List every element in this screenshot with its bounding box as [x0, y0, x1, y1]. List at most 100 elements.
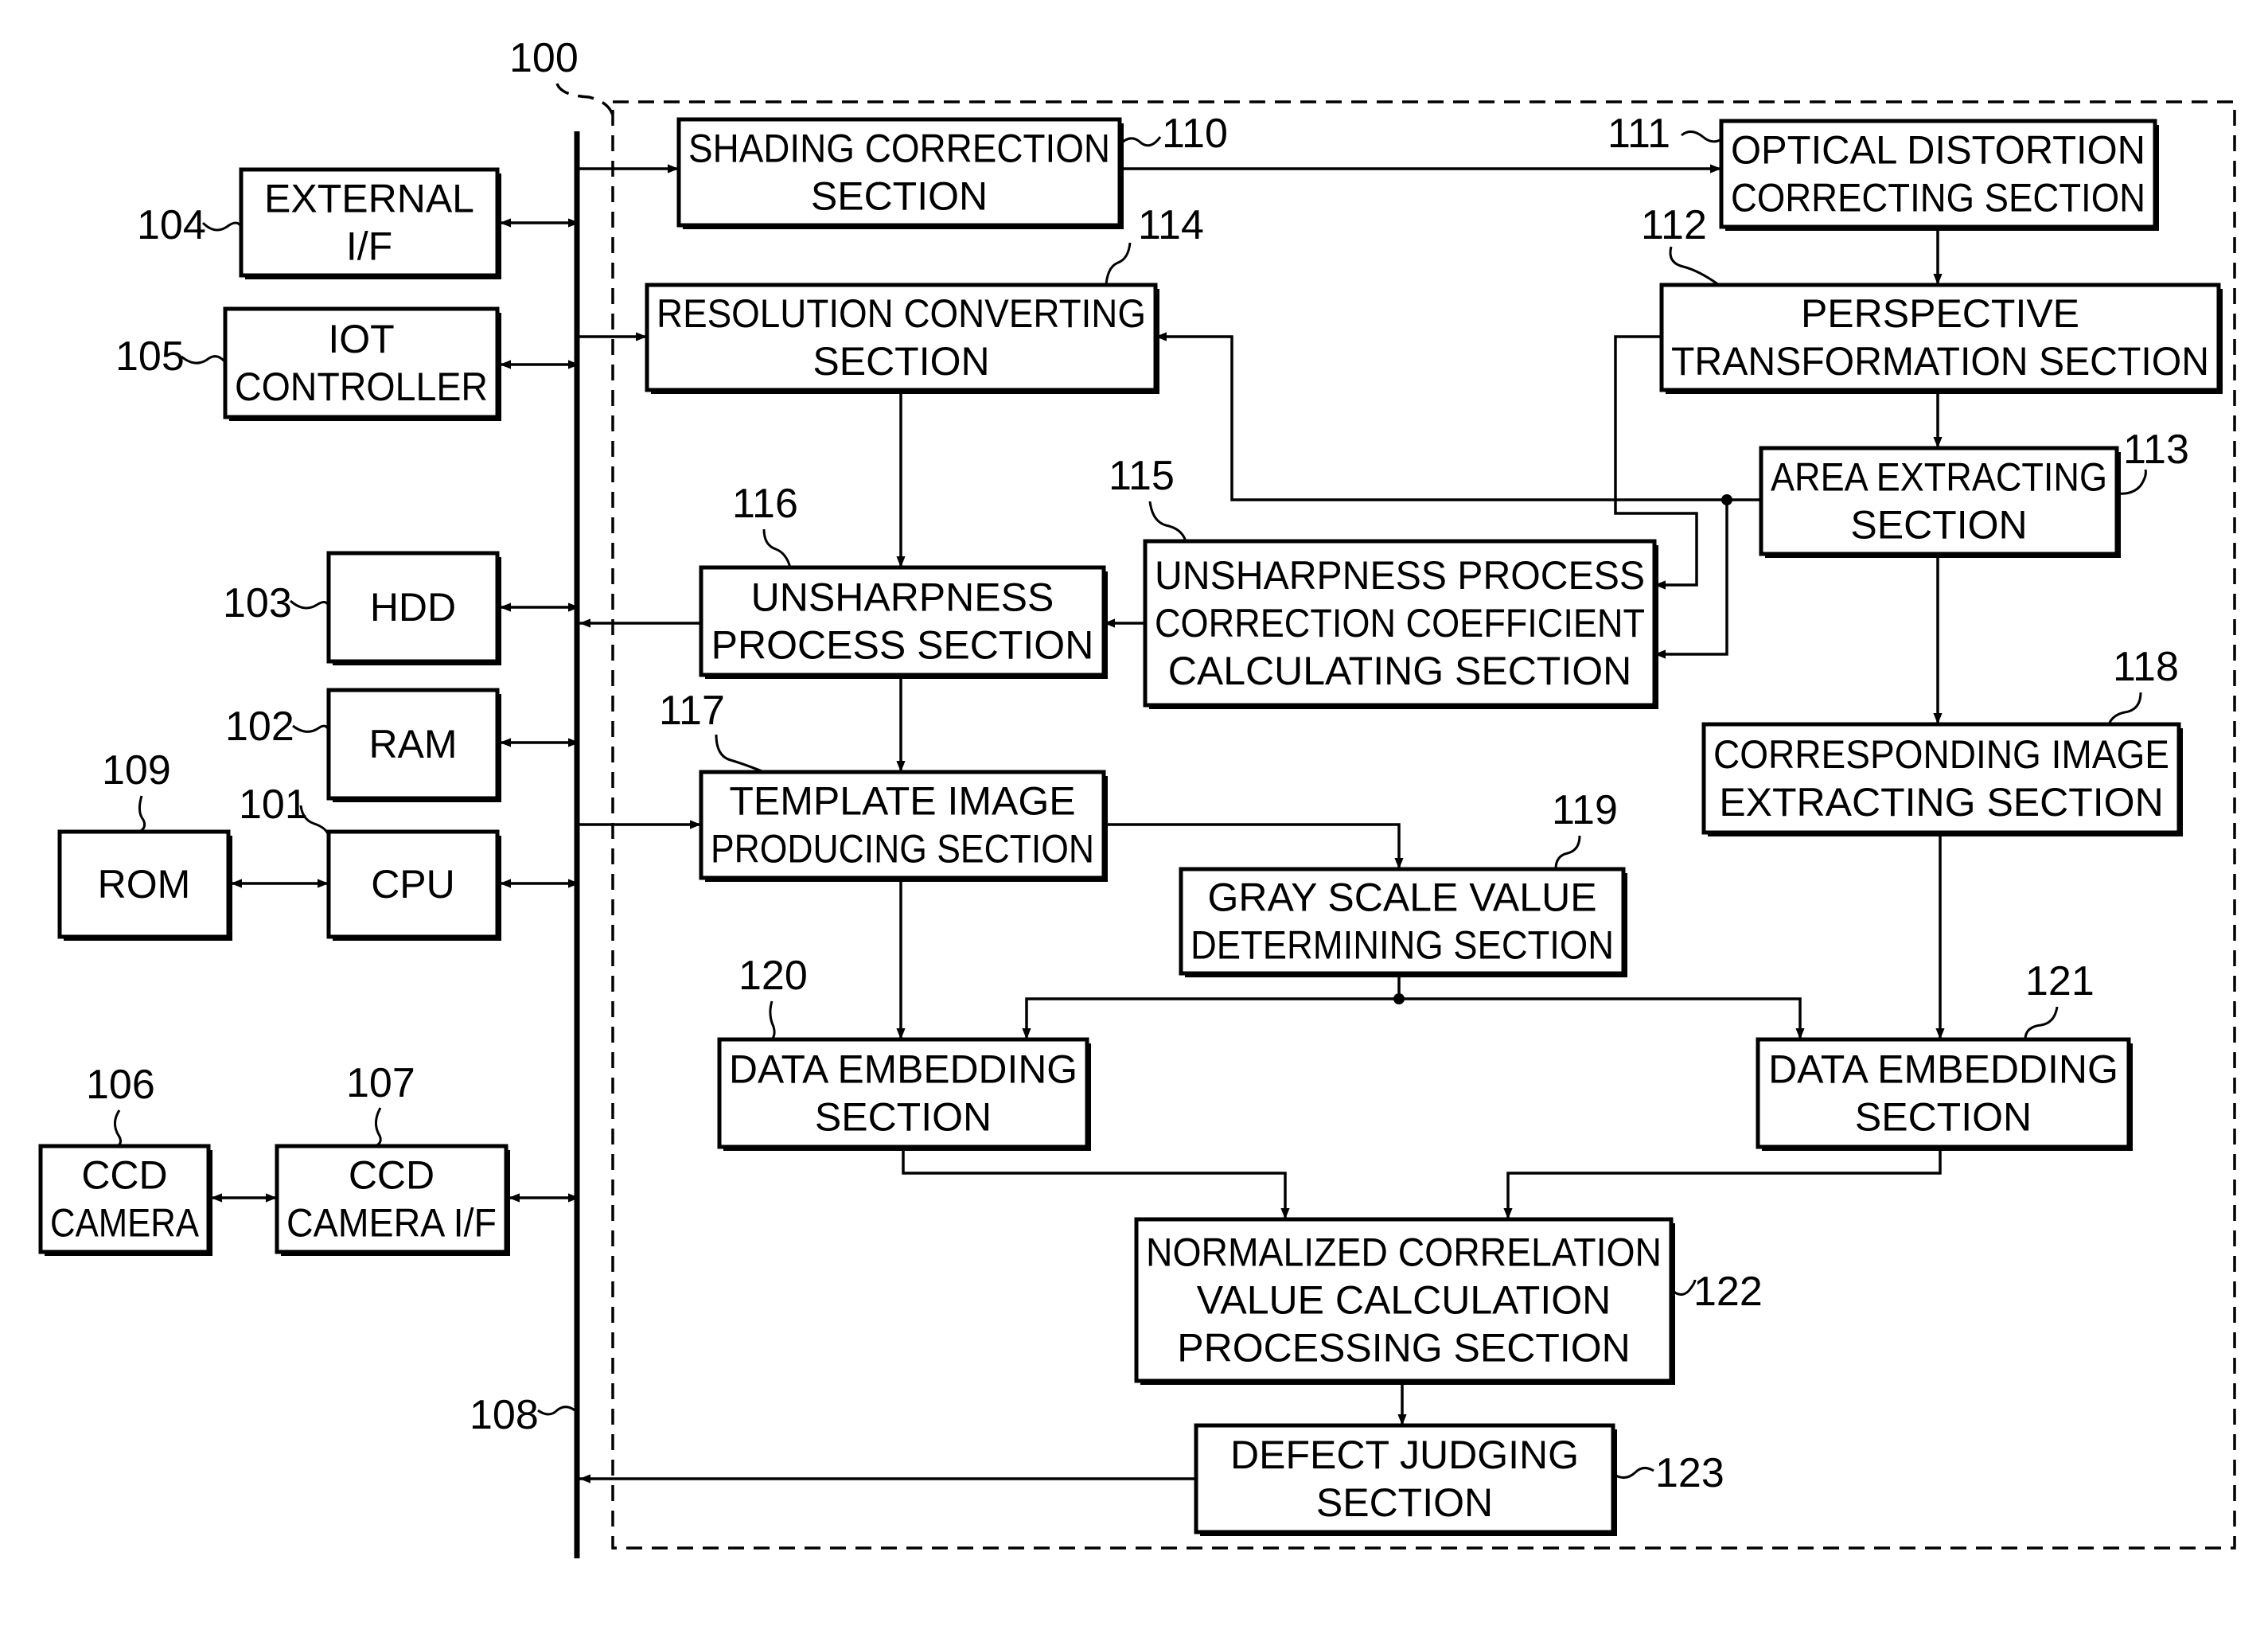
bus-ref-label: 108	[470, 1392, 539, 1438]
block-coef: UNSHARPNESS PROCESSCORRECTION COEFFICIEN…	[1143, 539, 1658, 709]
block-label-line: EXTERNAL	[264, 177, 474, 221]
block-label-line: SECTION	[1316, 1480, 1493, 1525]
ref-leader	[769, 1000, 776, 1040]
embed-left-to-ncc	[902, 1147, 1290, 1219]
area-to-coef	[1654, 500, 1728, 659]
ref-leader	[2116, 469, 2147, 495]
boundary-leader	[555, 83, 614, 116]
ref-number-117: 117	[659, 688, 725, 734]
ref-leader	[138, 795, 146, 833]
ref-number-105: 105	[115, 333, 185, 380]
ref-number-120: 120	[738, 953, 808, 999]
block-label-line: CAMERA	[50, 1201, 200, 1246]
block-rom: ROM	[57, 829, 232, 941]
block-label-line: SECTION	[815, 1095, 992, 1140]
ref-number-119: 119	[1552, 787, 1618, 833]
block-ccd-camera: CCDCAMERA	[38, 1144, 212, 1256]
block-label-line: ROM	[98, 862, 191, 907]
ref-leader	[715, 734, 765, 774]
ref-number-104: 104	[137, 202, 206, 248]
ref-leader	[1669, 246, 1720, 287]
block-label-line: DATA EMBEDDING	[1768, 1047, 2118, 1092]
ref-leader	[1681, 131, 1722, 143]
block-label-line: CPU	[371, 862, 455, 907]
ref-leader	[1554, 835, 1581, 870]
block-diagram: 100 108 EXTERNAL I/F IOT CONTROLLER HDD RAM RO…	[0, 0, 2268, 1626]
ref-leader	[1148, 501, 1187, 542]
block-label-line: PROCESSING SECTION	[1177, 1326, 1631, 1371]
ref-leader	[201, 221, 243, 232]
ref-number-110: 110	[1162, 111, 1228, 157]
block-optical: OPTICAL DISTORTIONCORRECTING SECTION	[1719, 119, 2159, 231]
ref-leader	[2107, 692, 2142, 725]
block-label-line: CCD	[349, 1153, 435, 1198]
grayscale-to-embed-left	[1022, 997, 1399, 1039]
block-label-line: PRODUCING SECTION	[711, 827, 1094, 871]
block-label-line: PERSPECTIVE	[1801, 291, 2079, 336]
block-embed-right: DATA EMBEDDINGSECTION	[1756, 1037, 2133, 1151]
block-label-line: AREA EXTRACTING	[1771, 455, 2107, 500]
block-ncc: NORMALIZED CORRELATIONVALUE CALCULATIONP…	[1134, 1217, 1675, 1385]
block-embed-left: DATA EMBEDDINGSECTION	[717, 1037, 1091, 1151]
ref-number-123: 123	[1655, 1450, 1724, 1496]
ref-leader	[2024, 1006, 2059, 1040]
block-label-line: CAMERA I/F	[286, 1201, 497, 1246]
block-label-line: TEMPLATE IMAGE	[729, 779, 1075, 824]
ref-number-102: 102	[225, 704, 294, 750]
block-grayscale: GRAY SCALE VALUEDETERMINING SECTION	[1179, 867, 1627, 977]
block-label-line: CORRESPONDING IMAGE	[1713, 732, 2169, 777]
block-iot-controller: IOTCONTROLLER	[223, 306, 501, 421]
block-label-line: UNSHARPNESS	[751, 575, 1054, 620]
block-label-line: SHADING CORRECTION	[688, 127, 1110, 171]
block-label-line: I/F	[346, 224, 392, 269]
ref-number-106: 106	[86, 1062, 155, 1108]
ref-number-115: 115	[1109, 453, 1175, 499]
ref-leader	[762, 528, 792, 568]
ref-number-122: 122	[1693, 1269, 1763, 1315]
system-ref-label: 100	[509, 35, 579, 81]
block-template: TEMPLATE IMAGEPRODUCING SECTION	[699, 770, 1108, 882]
block-ccd-camera-if: CCDCAMERA I/F	[275, 1144, 510, 1256]
ref-number-112: 112	[1641, 202, 1707, 248]
ref-leader	[1118, 136, 1162, 147]
block-corresponding: CORRESPONDING IMAGEEXTRACTING SECTION	[1701, 722, 2183, 836]
junction-dot	[1393, 993, 1405, 1004]
block-label-line: HDD	[370, 585, 456, 630]
grayscale-to-embed-right	[1399, 997, 1805, 1039]
block-perspective: PERSPECTIVETRANSFORMATION SECTION	[1659, 283, 2223, 394]
ref-number-103: 103	[223, 580, 292, 626]
block-label-line: SECTION	[811, 174, 988, 219]
block-external-if: EXTERNALI/F	[239, 167, 501, 279]
block-label-line: NORMALIZED CORRELATION	[1146, 1230, 1662, 1275]
ref-number-101: 101	[239, 782, 308, 828]
block-label-line: DEFECT JUDGING	[1230, 1433, 1579, 1477]
ref-number-107: 107	[346, 1060, 415, 1106]
block-label-line: CORRECTING SECTION	[1731, 176, 2145, 220]
block-ram: RAM	[326, 688, 501, 802]
ref-number-114: 114	[1138, 202, 1204, 248]
block-hdd: HDD	[326, 551, 501, 665]
block-label-line: RAM	[368, 722, 457, 766]
ref-number-109: 109	[102, 747, 171, 794]
block-label-line: IOT	[328, 317, 394, 361]
ref-leader	[375, 1107, 382, 1148]
block-label-line: DETERMINING SECTION	[1191, 923, 1614, 968]
block-cpu: CPU	[326, 829, 501, 941]
block-label-line: PROCESS SECTION	[711, 623, 1094, 668]
block-label-line: TRANSFORMATION SECTION	[1671, 339, 2209, 384]
block-resolution: RESOLUTION CONVERTINGSECTION	[645, 283, 1159, 394]
block-label-line: UNSHARPNESS PROCESS	[1155, 553, 1645, 598]
bus-leader	[537, 1406, 579, 1416]
embed-right-to-ncc	[1503, 1147, 1942, 1219]
block-unsharp: UNSHARPNESSPROCESS SECTION	[699, 565, 1108, 679]
block-defect: DEFECT JUDGINGSECTION	[1194, 1423, 1617, 1536]
template-to-grayscale	[1104, 823, 1404, 869]
ref-number-121: 121	[2025, 958, 2095, 1004]
block-label-line: GRAY SCALE VALUE	[1207, 875, 1596, 920]
ref-leader	[292, 724, 330, 733]
diagram-svg: 100 108 EXTERNALI/F IOTCONTROLLER HDD RAM RO…	[38, 35, 2236, 1558]
block-label-line: CONTROLLER	[235, 365, 488, 409]
junction-dot	[1721, 494, 1732, 505]
block-shading: SHADING CORRECTIONSECTION	[676, 117, 1124, 229]
block-label-line: RESOLUTION CONVERTING	[657, 291, 1146, 336]
